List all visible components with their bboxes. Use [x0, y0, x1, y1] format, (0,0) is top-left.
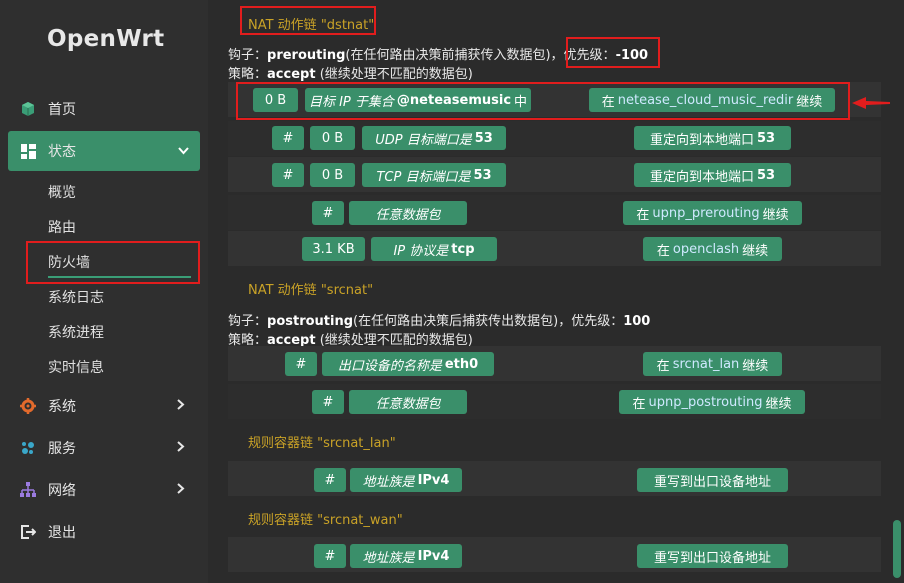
- table-row: # 地址族是 IPv4 重写到出口设备地址: [228, 537, 881, 572]
- action-badge[interactable]: 在 openclash 继续: [643, 237, 782, 261]
- chain-heading: 规则容器链 "srcnat_wan": [248, 513, 403, 528]
- hash-badge: #: [272, 163, 304, 187]
- table-row: # 地址族是 IPv4 重写到出口设备地址: [228, 461, 881, 496]
- table-row: # 任意数据包 在 upnp_prerouting 继续: [228, 195, 881, 230]
- table-row: 3.1 KB IP 协议是 tcp 在 openclash 继续: [228, 231, 881, 266]
- sidebar-item-status[interactable]: 状态: [8, 131, 200, 171]
- chevron-right-icon: [177, 398, 185, 414]
- action-badge[interactable]: 在 upnp_prerouting 继续: [623, 201, 802, 225]
- match-badge: UDP 目标端口是 53: [362, 126, 506, 150]
- table-row: # 任意数据包 在 upnp_postrouting 继续: [228, 384, 881, 419]
- table-row: 0 B 目标 IP 于集合 @neteasemusic 中 在 netease_clo…: [228, 82, 881, 117]
- sidebar-sub-syslog[interactable]: 系统日志: [48, 287, 104, 307]
- action-badge[interactable]: 在 srcnat_lan 继续: [643, 352, 782, 376]
- sidebar-item-home[interactable]: 首页: [0, 89, 208, 129]
- chain-hook: 钩子：postrouting(在任何路由决策后捕获传出数据包)，优先级：100: [228, 314, 651, 329]
- chevron-down-icon: [178, 144, 189, 159]
- table-row: # 0 B UDP 目标端口是 53 重定向到本地端口 53: [228, 121, 881, 156]
- gear-icon: [19, 397, 37, 415]
- match-badge: 地址族是 IPv4: [350, 468, 462, 492]
- chain-heading: 规则容器链 "srcnat_lan": [248, 436, 396, 451]
- table-row: # 出口设备的名称是 eth0 在 srcnat_lan 继续: [228, 346, 881, 381]
- chain-heading: NAT 动作链 "dstnat": [248, 18, 375, 33]
- match-badge: 地址族是 IPv4: [350, 544, 462, 568]
- chain-hook: 钩子：prerouting(在任何路由决策前捕获传入数据包)，优先级：-100: [228, 48, 649, 63]
- chain-heading: NAT 动作链 "srcnat": [248, 283, 374, 298]
- sidebar-sub-processes[interactable]: 系统进程: [48, 322, 104, 342]
- action-badge: 重写到出口设备地址: [637, 468, 788, 492]
- scrollbar[interactable]: [893, 520, 901, 578]
- sidebar-sub-overview[interactable]: 概览: [48, 182, 76, 202]
- counter-badge: 0 B: [310, 126, 355, 150]
- match-badge: IP 协议是 tcp: [371, 237, 497, 261]
- hash-badge: #: [285, 352, 317, 376]
- counter-badge: 3.1 KB: [302, 237, 365, 261]
- sidebar-item-logout[interactable]: 退出: [0, 512, 208, 552]
- hash-badge: #: [312, 201, 344, 225]
- sidebar-sub-realtime[interactable]: 实时信息: [48, 357, 104, 377]
- chevron-right-icon: [177, 440, 185, 456]
- action-badge: 重定向到本地端口 53: [634, 126, 791, 150]
- sidebar-item-network[interactable]: 网络: [0, 470, 208, 510]
- match-badge: 目标 IP 于集合 @neteasemusic 中: [305, 88, 531, 112]
- hash-badge: #: [272, 126, 304, 150]
- hash-badge: #: [312, 390, 344, 414]
- counter-badge: 0 B: [253, 88, 298, 112]
- annotation-arrow-icon: [852, 97, 890, 109]
- dashboard-icon: [19, 142, 37, 160]
- sidebar-item-label: 首页: [48, 102, 76, 118]
- action-badge: 重写到出口设备地址: [637, 544, 788, 568]
- network-icon: [19, 481, 37, 499]
- sidebar-item-label: 服务: [48, 441, 76, 457]
- sidebar-sub-routes[interactable]: 路由: [48, 217, 76, 237]
- app-logo: OpenWrt: [47, 26, 165, 52]
- chevron-right-icon: [177, 482, 185, 498]
- action-badge[interactable]: 在 netease_cloud_music_redir 继续: [589, 88, 835, 112]
- logout-icon: [19, 523, 37, 541]
- table-row: # 0 B TCP 目标端口是 53 重定向到本地端口 53: [228, 157, 881, 192]
- action-badge[interactable]: 在 upnp_postrouting 继续: [619, 390, 805, 414]
- active-underline: [48, 276, 191, 278]
- chain-policy: 策略：accept (继续处理不匹配的数据包): [228, 67, 473, 82]
- match-badge: 出口设备的名称是 eth0: [322, 352, 494, 376]
- match-badge: TCP 目标端口是 53: [362, 163, 506, 187]
- sidebar-item-label: 网络: [48, 483, 76, 499]
- sidebar: OpenWrt 首页 状态 概览 路由 防火墙 系统日志 系统进程 实时信息 系…: [0, 0, 208, 583]
- sidebar-item-label: 状态: [48, 144, 76, 160]
- sidebar-item-system[interactable]: 系统: [0, 386, 208, 426]
- sidebar-item-label: 系统: [48, 399, 76, 415]
- hash-badge: #: [314, 468, 346, 492]
- main-content: NAT 动作链 "dstnat" 钩子：prerouting(在任何路由决策前捕…: [208, 0, 904, 583]
- hash-badge: #: [314, 544, 346, 568]
- match-badge: 任意数据包: [349, 201, 467, 225]
- counter-badge: 0 B: [310, 163, 355, 187]
- sidebar-sub-firewall[interactable]: 防火墙: [48, 252, 90, 272]
- cube-icon: [19, 100, 37, 118]
- sidebar-item-label: 退出: [48, 525, 76, 541]
- puzzle-icon: [19, 439, 37, 457]
- sidebar-item-services[interactable]: 服务: [0, 428, 208, 468]
- match-badge: 任意数据包: [349, 390, 467, 414]
- action-badge: 重定向到本地端口 53: [634, 163, 791, 187]
